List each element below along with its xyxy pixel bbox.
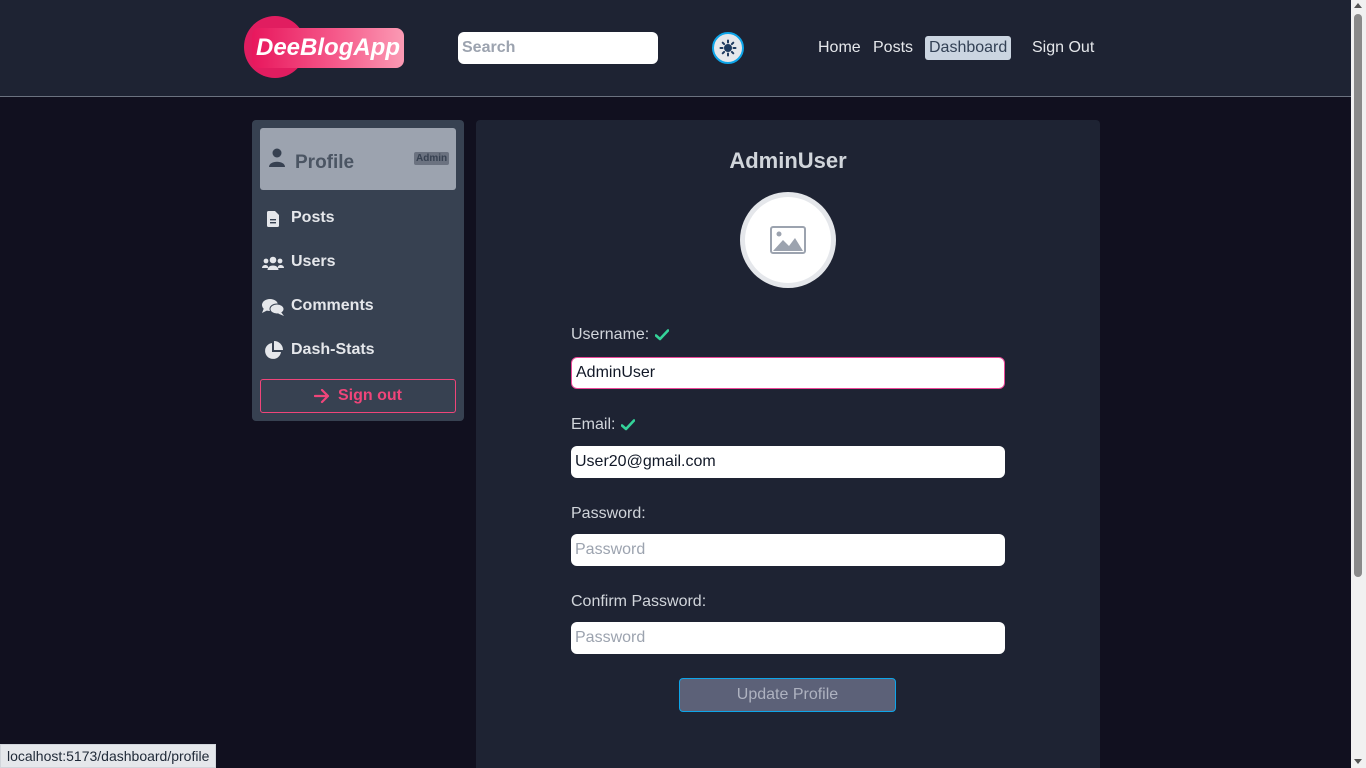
sidebar-item-comments[interactable]: Comments xyxy=(262,291,456,321)
sidebar-item-dash-stats[interactable]: Dash-Stats xyxy=(262,335,456,365)
nav-dashboard-link[interactable]: Dashboard xyxy=(925,36,1012,60)
scroll-down-arrow-icon[interactable] xyxy=(1354,759,1362,764)
username-label: Username: xyxy=(571,326,670,344)
profile-card: AdminUser Username: Email: Password: Con… xyxy=(476,120,1100,768)
dashboard-sidebar: Profile Admin Posts Users Comments Dash-… xyxy=(252,120,464,421)
sign-out-label: Sign out xyxy=(338,387,402,404)
check-icon xyxy=(621,419,636,431)
email-input[interactable] xyxy=(571,446,1005,478)
email-label-text: Email: xyxy=(571,416,616,433)
link-status-url: localhost:5173/dashboard/profile xyxy=(0,744,217,768)
confirm-password-label-text: Confirm Password: xyxy=(571,593,707,610)
sidebar-item-label: Posts xyxy=(291,209,335,226)
theme-toggle-button[interactable] xyxy=(712,32,744,64)
app-logo[interactable]: DeeBlogApp xyxy=(244,16,404,78)
confirm-password-label: Confirm Password: xyxy=(571,593,706,611)
top-navbar: DeeBlogApp Home Posts Dashboard Sign Out xyxy=(0,0,1351,97)
profile-avatar[interactable] xyxy=(740,192,836,288)
pie-chart-icon xyxy=(262,341,284,361)
sidebar-item-label: Dash-Stats xyxy=(291,341,375,358)
password-input[interactable] xyxy=(571,534,1005,566)
sidebar-item-label: Profile xyxy=(295,152,355,173)
scroll-up-arrow-icon[interactable] xyxy=(1354,3,1362,8)
document-icon xyxy=(262,209,284,229)
sidebar-sign-out-button[interactable]: Sign out xyxy=(260,379,456,413)
role-badge: Admin xyxy=(414,152,450,165)
check-icon xyxy=(655,329,670,341)
sidebar-item-users[interactable]: Users xyxy=(262,247,456,277)
nav-posts-link[interactable]: Posts xyxy=(873,36,913,60)
email-label: Email: xyxy=(571,416,636,434)
page-scrollbar[interactable] xyxy=(1351,0,1366,768)
sidebar-item-posts[interactable]: Posts xyxy=(262,203,456,233)
sidebar-item-label: Comments xyxy=(291,297,374,314)
sun-icon xyxy=(719,39,737,57)
search-input[interactable] xyxy=(458,32,658,64)
user-icon xyxy=(268,148,286,173)
arrow-right-icon xyxy=(314,389,330,403)
image-placeholder-icon xyxy=(770,226,806,254)
users-icon xyxy=(262,253,284,273)
sidebar-item-label: Users xyxy=(291,253,336,270)
password-label-text: Password: xyxy=(571,505,646,522)
profile-username-heading: AdminUser xyxy=(729,148,847,173)
logo-text: DeeBlogApp xyxy=(256,34,400,61)
confirm-password-input[interactable] xyxy=(571,622,1005,654)
update-profile-button[interactable]: Update Profile xyxy=(679,678,896,712)
nav-sign-out-link[interactable]: Sign Out xyxy=(1032,36,1094,60)
avatar-placeholder xyxy=(745,197,831,283)
username-input[interactable] xyxy=(571,357,1005,389)
sidebar-item-profile[interactable]: Profile Admin xyxy=(260,128,456,190)
password-label: Password: xyxy=(571,505,646,523)
scrollbar-thumb[interactable] xyxy=(1354,14,1362,577)
nav-home-link[interactable]: Home xyxy=(818,36,861,60)
username-label-text: Username: xyxy=(571,326,650,343)
comments-icon xyxy=(262,297,284,317)
